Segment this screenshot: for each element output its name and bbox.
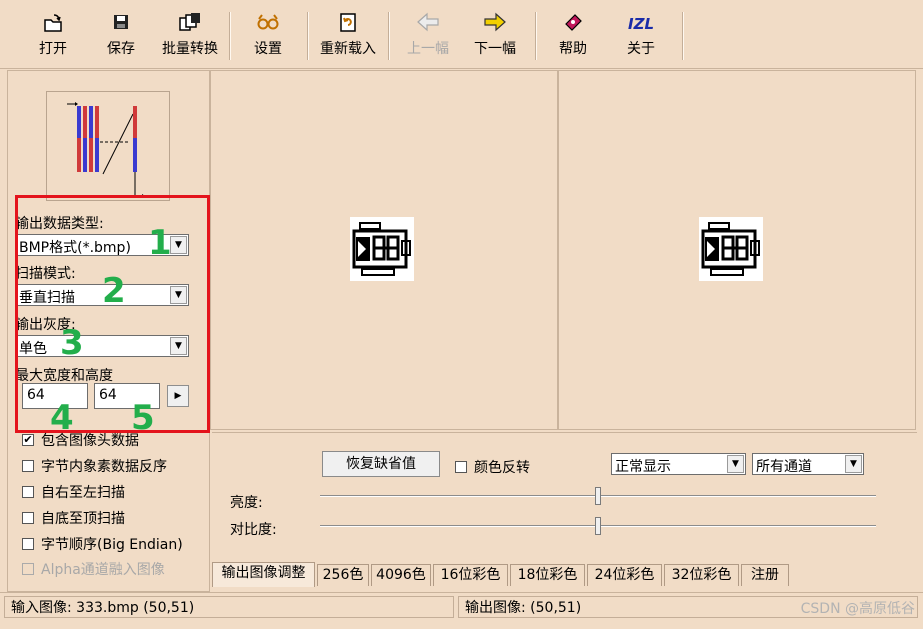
toolbar-separator (682, 12, 684, 60)
option-checkbox[interactable]: ✔ 包含图像头数据 (22, 430, 139, 450)
tab-2[interactable]: 4096色 (371, 564, 431, 586)
open-label: 打开 (39, 41, 67, 57)
toolbar-separator (229, 12, 231, 60)
option-checkbox-label: 包含图像头数据 (41, 433, 139, 449)
about-button[interactable]: IZL 关于 (616, 8, 666, 64)
status-bar: 输入图像: 333.bmp (50,51) 输出图像: (50,51) (0, 592, 923, 622)
checkbox-box[interactable] (22, 538, 34, 550)
batch-files-icon (158, 12, 222, 36)
checkbox-box[interactable] (22, 460, 34, 472)
option-checkbox-label: 自底至顶扫描 (41, 511, 125, 527)
contrast-slider-thumb[interactable] (595, 517, 601, 535)
tab-1[interactable]: 256色 (317, 564, 369, 586)
toolbar-separator (307, 12, 309, 60)
watermark: CSDN @高原低谷 (800, 601, 915, 617)
tab-6[interactable]: 32位彩色 (664, 564, 739, 586)
display-mode-value: 正常显示 (615, 459, 671, 475)
arrow-left-icon (400, 12, 456, 36)
reload-label: 重新载入 (320, 41, 376, 57)
output-image-pane (558, 70, 916, 430)
option-checkbox[interactable]: 自右至左扫描 (22, 482, 125, 502)
input-image-pane (210, 70, 558, 430)
option-checkbox-label: Alpha通道融入图像 (41, 562, 165, 578)
tab-0[interactable]: 输出图像调整 (212, 562, 315, 587)
option-checkbox-label: 字节顺序(Big Endian) (41, 537, 183, 553)
settings-button[interactable]: 设置 (243, 8, 293, 64)
floppy-disk-icon (96, 12, 146, 36)
invert-color-checkbox[interactable]: 颜色反转 (455, 457, 530, 477)
tab-4[interactable]: 18位彩色 (510, 564, 585, 586)
next-image-button[interactable]: 下一幅 (467, 8, 523, 64)
checkmark-icon[interactable]: ✔ (22, 434, 34, 446)
scan-columns (77, 106, 99, 172)
open-button[interactable]: 打开 (28, 8, 78, 64)
option-checkbox[interactable]: 字节内象素数据反序 (22, 456, 167, 476)
annotation-number: 3 (60, 323, 84, 363)
brightness-slider-thumb[interactable] (595, 487, 601, 505)
help-button[interactable]: 帮助 (548, 8, 598, 64)
next-label: 下一幅 (474, 41, 516, 57)
settings-label: 设置 (254, 41, 282, 57)
toolbar-separator (535, 12, 537, 60)
checkbox-box (22, 563, 34, 575)
option-checkbox[interactable]: 字节顺序(Big Endian) (22, 534, 183, 554)
prev-label: 上一幅 (407, 41, 449, 57)
reload-icon (316, 12, 380, 36)
checkbox-box[interactable] (455, 461, 467, 473)
scan-direction-preview (46, 91, 170, 201)
annotation-number: 2 (102, 271, 126, 311)
tab-7[interactable]: 注册 (741, 564, 789, 586)
batch-convert-button[interactable]: 批量转换 (158, 8, 222, 64)
contrast-label: 对比度: (230, 522, 277, 538)
option-checkbox-label: 字节内象素数据反序 (41, 459, 167, 475)
app-window: 打开 保存 批量转换 设置 重新载入 上一幅 下一幅 帮助 IZL 关于 输出数… (0, 0, 923, 629)
option-checkbox: Alpha通道融入图像 (22, 559, 165, 579)
input-image-status: 输入图像: 333.bmp (50,51) (4, 596, 454, 618)
chevron-down-icon[interactable]: ▼ (845, 455, 862, 473)
save-button[interactable]: 保存 (96, 8, 146, 64)
arrow-right-icon (467, 12, 523, 36)
annotation-number: 1 (148, 223, 172, 263)
toolbar: 打开 保存 批量转换 设置 重新载入 上一幅 下一幅 帮助 IZL 关于 (0, 0, 923, 69)
checkbox-box[interactable] (22, 512, 34, 524)
display-mode-select[interactable]: 正常显示 ▼ (611, 453, 746, 475)
about-logo-icon: IZL (627, 15, 654, 33)
option-checkbox[interactable]: 自底至顶扫描 (22, 508, 125, 528)
prev-image-button[interactable]: 上一幅 (400, 8, 456, 64)
reload-button[interactable]: 重新载入 (316, 8, 380, 64)
scan-direction-diagram (67, 102, 145, 198)
help-book-icon (548, 12, 598, 36)
help-label: 帮助 (559, 41, 587, 57)
chevron-down-icon[interactable]: ▼ (727, 455, 744, 473)
brightness-label: 亮度: (230, 495, 263, 511)
device-thumbnail (701, 222, 760, 276)
channel-value: 所有通道 (756, 459, 812, 475)
option-checkbox-label: 自右至左扫描 (41, 485, 125, 501)
highlight-frame (15, 195, 210, 433)
output-adjust-panel: 恢复缺省值 颜色反转 正常显示 ▼ 所有通道 ▼ 亮度: 对比度: (212, 432, 917, 563)
glasses-icon (243, 12, 293, 36)
open-folder-icon (28, 12, 78, 36)
checkbox-box[interactable] (22, 486, 34, 498)
save-label: 保存 (107, 41, 135, 57)
device-thumbnail (352, 222, 411, 276)
tab-5[interactable]: 24位彩色 (587, 564, 662, 586)
tab-3[interactable]: 16位彩色 (433, 564, 508, 586)
batch-label: 批量转换 (162, 41, 218, 57)
input-image (350, 217, 414, 281)
channel-select[interactable]: 所有通道 ▼ (752, 453, 864, 475)
toolbar-separator (388, 12, 390, 60)
about-label: 关于 (627, 41, 655, 57)
restore-defaults-button[interactable]: 恢复缺省值 (322, 451, 440, 477)
output-image (699, 217, 763, 281)
invert-color-label: 颜色反转 (474, 460, 530, 476)
